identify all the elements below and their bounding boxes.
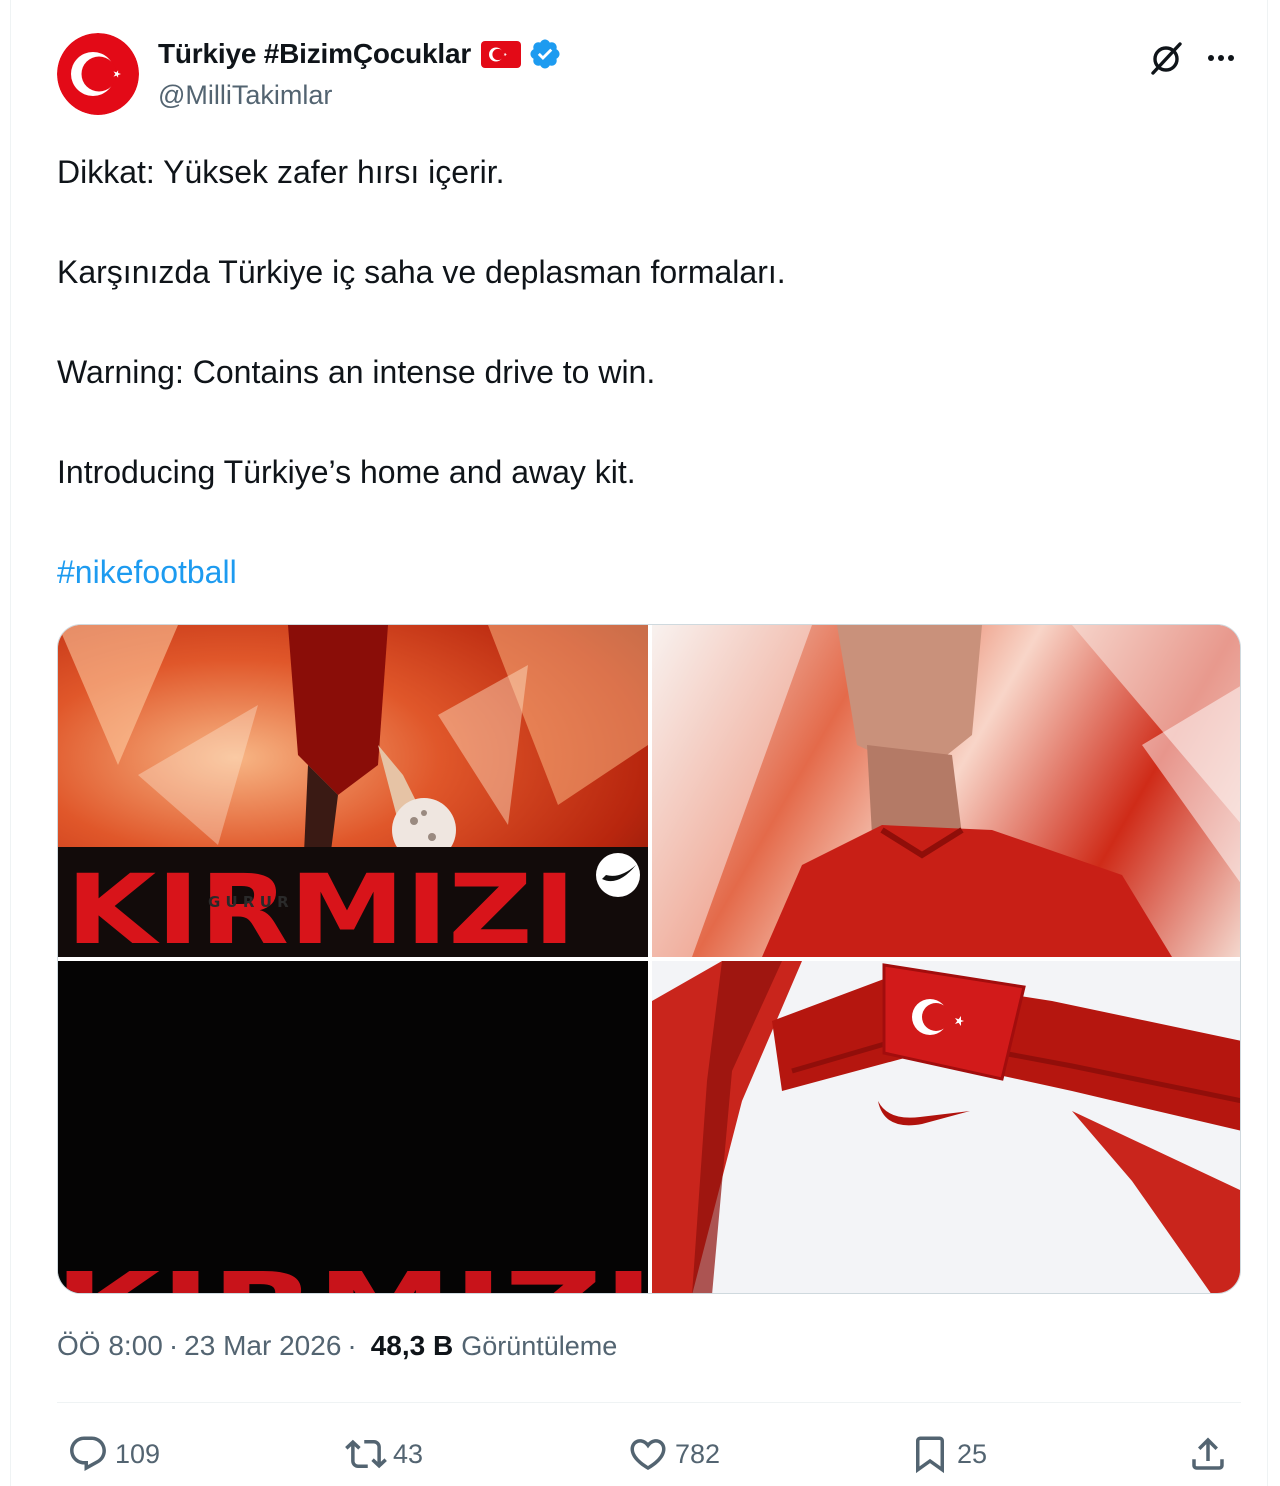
heart-icon [630, 1439, 666, 1471]
meta-separator: · [347, 1330, 357, 1361]
views-count: 48,3 B [370, 1330, 454, 1361]
tweet-date[interactable]: 23 Mar 2026 [184, 1330, 341, 1362]
repost-button[interactable]: 43 [345, 1428, 423, 1480]
tweet-card: Türkiye #BizimÇocuklar @MilliTakimlar Di… [10, 0, 1268, 1486]
reply-icon [70, 1436, 106, 1471]
avatar[interactable] [57, 33, 139, 115]
views-label: Görüntüleme [461, 1331, 618, 1361]
tweet-time[interactable]: ÖÖ 8:00 [57, 1330, 163, 1362]
media-image-3[interactable]: KIRMIZI [58, 961, 648, 1294]
more-dot-icon [1208, 55, 1214, 61]
bookmark-button[interactable]: 25 [909, 1428, 987, 1480]
meta-separator: · [168, 1330, 179, 1361]
media-image-2[interactable] [652, 625, 1240, 957]
bookmark-count: 25 [957, 1438, 988, 1469]
verified-badge-icon[interactable] [528, 37, 562, 71]
nike-badge-icon [596, 853, 640, 897]
tweet-paragraph: Dikkat: Yüksek zafer hırsı içerir. [57, 154, 505, 190]
hashtag-link[interactable]: #nikefootball [57, 552, 1237, 592]
like-count: 782 [675, 1438, 721, 1469]
author-info: Türkiye #BizimÇocuklar @MilliTakimlar [158, 34, 562, 111]
kirmizi-poster-graphic: KIRMIZI G U R U R [58, 625, 648, 957]
more-options-button[interactable] [1201, 38, 1241, 78]
reply-button[interactable]: 109 [67, 1428, 160, 1480]
share-icon [1192, 1437, 1224, 1470]
display-name[interactable]: Türkiye #BizimÇocuklar [158, 38, 471, 70]
dark-poster-graphic: KIRMIZI [58, 961, 648, 1294]
repost-icon [345, 1439, 387, 1469]
more-dot-icon [1228, 55, 1234, 61]
media-image-4[interactable] [652, 961, 1240, 1293]
repost-count: 43 [393, 1438, 424, 1469]
turkey-crest-icon [57, 33, 139, 115]
kirmizi-cropped-text: KIRMIZI [58, 1252, 648, 1294]
media-grid: KIRMIZI G U R U R KIRMIZ [57, 624, 1241, 1294]
media-image-1[interactable]: KIRMIZI G U R U R [58, 625, 648, 957]
more-dot-icon [1218, 55, 1224, 61]
like-button[interactable]: 782 [627, 1428, 720, 1480]
turkey-flag-icon [481, 40, 522, 68]
bookmark-icon [916, 1436, 944, 1474]
tweet-paragraph: Introducing Türkiye’s home and away kit. [57, 454, 636, 490]
player-portrait-graphic [652, 625, 1240, 957]
share-button[interactable] [1187, 1428, 1229, 1480]
tweet-text: Dikkat: Yüksek zafer hırsı içerir. Karşı… [57, 152, 1237, 652]
tweet-meta: ÖÖ 8:00 · 23 Mar 2026 · 48,3 B Görüntüle… [57, 1330, 617, 1362]
grok-button[interactable] [1146, 38, 1186, 78]
gurur-text: G U R U R [208, 893, 289, 911]
grok-icon [1151, 42, 1182, 75]
divider [57, 1402, 1241, 1403]
kirmizi-text: KIRMIZI [66, 854, 576, 957]
tweet-paragraph: Karşınızda Türkiye iç saha ve deplasman … [57, 254, 786, 290]
handle[interactable]: @MilliTakimlar [158, 80, 562, 111]
tweet-paragraph: Warning: Contains an intense drive to wi… [57, 354, 656, 390]
away-kit-graphic [652, 961, 1240, 1293]
action-bar: 109 43 782 25 [57, 1428, 1241, 1480]
reply-count: 109 [115, 1438, 161, 1469]
